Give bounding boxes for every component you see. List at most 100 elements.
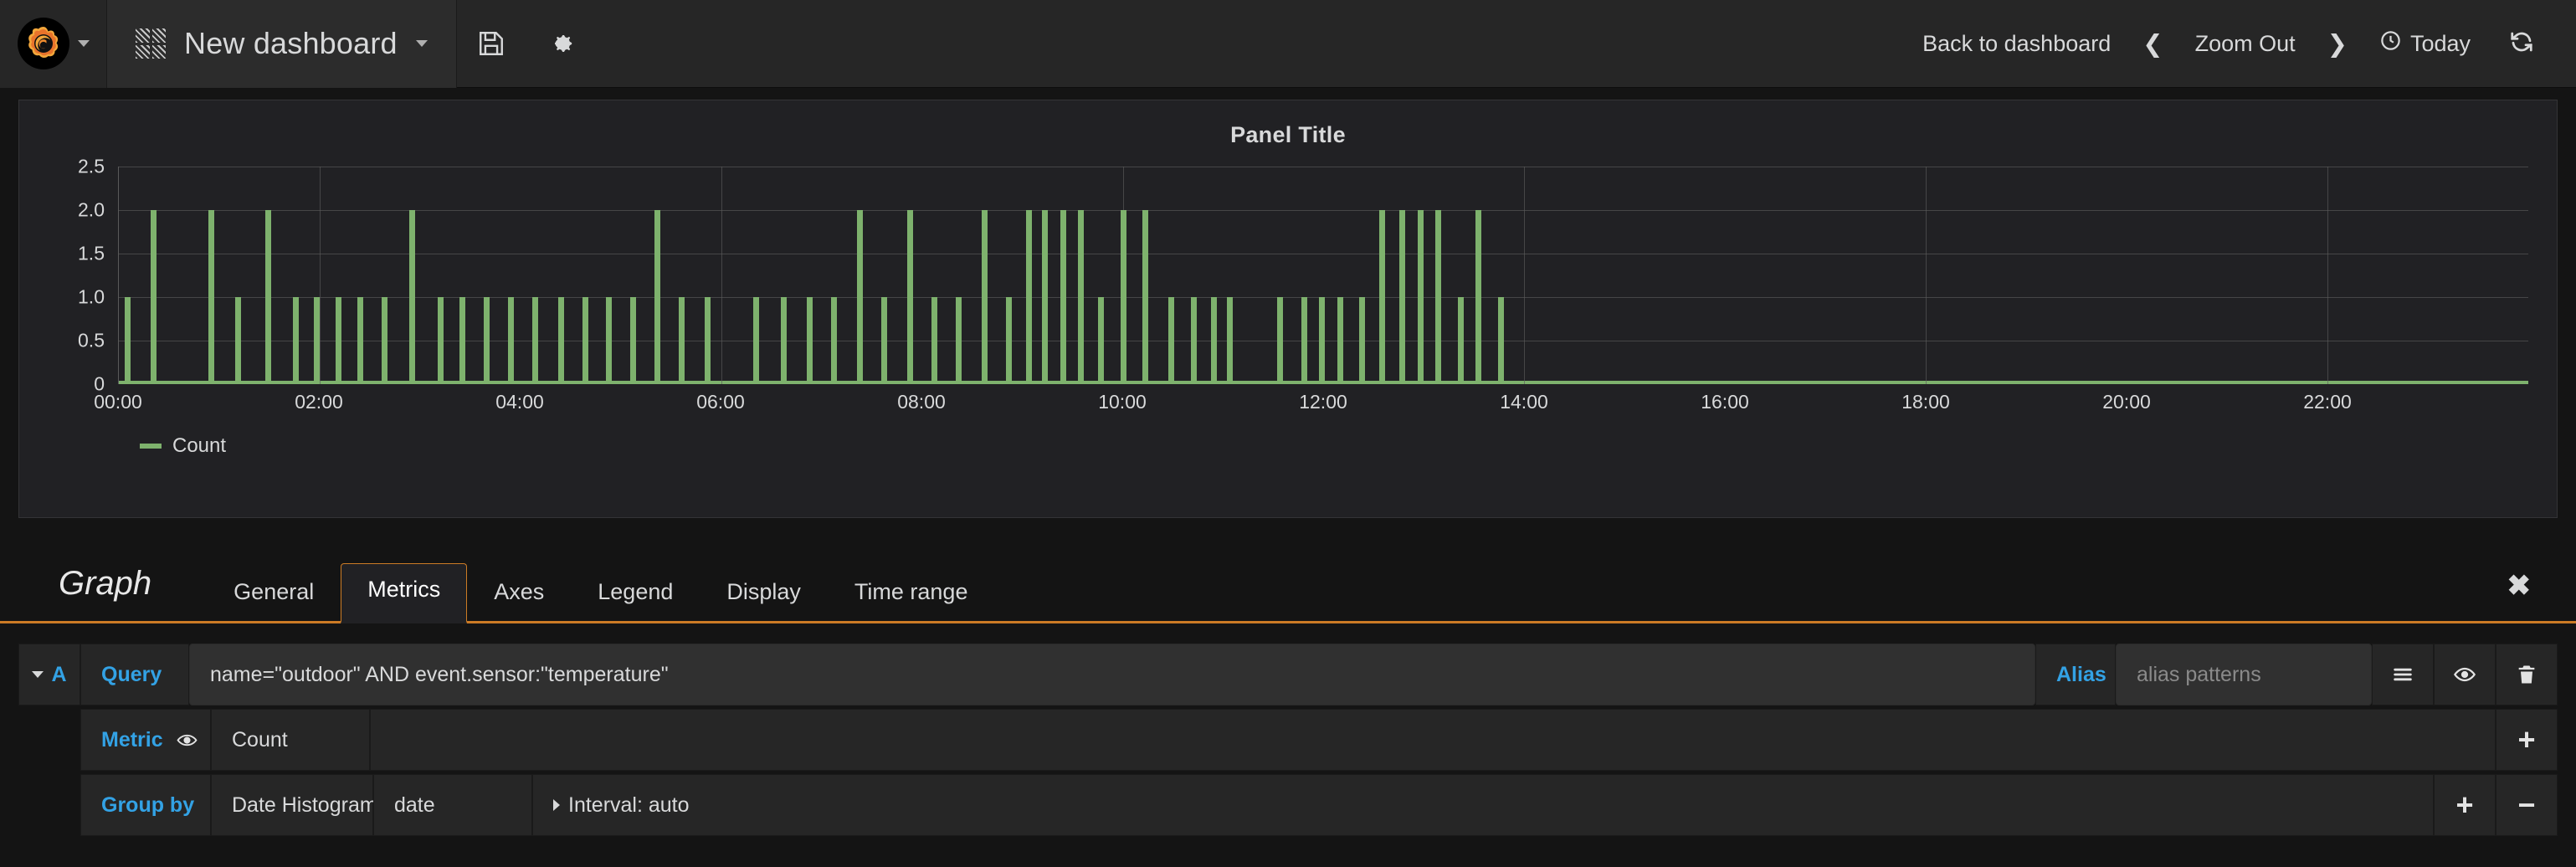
time-shift-forward-icon[interactable]: ❯ [2316,0,2359,88]
alias-input[interactable]: alias patterns [2116,644,2372,705]
series-bar [1359,297,1366,384]
delete-query-button[interactable] [2496,644,2558,705]
panel-title[interactable]: Panel Title [19,100,2557,148]
groupby-field-select[interactable]: date [373,774,532,836]
eye-icon [2453,663,2476,686]
tab-legend[interactable]: Legend [571,566,700,623]
metric-row-filler [370,709,2496,771]
add-metric-button[interactable]: + [2496,709,2558,771]
save-dashboard-button[interactable] [457,0,526,88]
grafana-logo-menu[interactable] [0,0,107,88]
series-bar [1337,297,1343,384]
series-bar [335,297,341,384]
metric-row-gutter [18,709,80,771]
plot-area[interactable] [118,167,2528,384]
series-bar [831,297,838,384]
tab-time-range[interactable]: Time range [828,566,995,623]
series-bar [381,297,387,384]
series-bar [208,210,215,384]
series-bar [124,297,131,384]
series-bar [1301,297,1307,384]
save-floppy-icon [477,29,505,58]
query-ref-toggle[interactable]: A [18,644,80,705]
groupby-row: Group by Date Histogram date Interval: a… [18,774,2558,836]
series-bar [907,210,914,384]
editor-tabbar: Graph General Metrics Axes Legend Displa… [0,543,2576,623]
series-bar [357,297,363,384]
query-input[interactable]: name="outdoor" AND event.sensor:"tempera… [189,644,2035,705]
series-bar [982,210,988,384]
back-to-dashboard-link[interactable]: Back to dashboard [1902,0,2131,88]
refresh-button[interactable] [2487,0,2551,88]
graph-legend[interactable]: Count [140,434,226,458]
series-bar [1078,210,1085,384]
y-axis-labels: 0 0.5 1.0 1.5 2.0 2.5 [41,156,113,395]
toggle-query-visibility-button[interactable] [2434,644,2496,705]
tab-general[interactable]: General [207,566,341,623]
x-axis-tick: 08:00 [897,391,946,413]
series-bar [582,297,588,384]
series-bar [1435,210,1442,384]
metric-label[interactable]: Metric [80,709,211,771]
metric-eye-icon[interactable] [177,732,198,748]
panel-editor: Graph General Metrics Axes Legend Displa… [0,543,2576,836]
tab-metrics[interactable]: Metrics [341,563,468,623]
series-bar [459,297,466,384]
x-axis-labels: 00:00 02:00 04:00 06:00 08:00 10:00 12:00 14:00… [94,391,2528,419]
series-bar [1025,210,1032,384]
series-bar [484,297,490,384]
series-bar [1497,297,1504,384]
legend-series-label[interactable]: Count [172,434,226,458]
series-bar [507,297,514,384]
x-gridline [1524,167,1526,384]
legend-color-swatch [140,444,162,449]
minus-icon: − [2517,787,2536,822]
x-axis-tick: 22:00 [2303,391,2352,413]
zoom-out-button[interactable]: Zoom Out [2175,0,2316,88]
groupby-interval-toggle[interactable]: Interval: auto [532,774,2434,836]
x-axis-tick: 12:00 [1299,391,1347,413]
groupby-label[interactable]: Group by [80,774,211,836]
remove-groupby-button[interactable]: − [2496,774,2558,836]
metrics-tab-content: A Query name="outdoor" AND event.sensor:… [0,623,2576,836]
top-navbar: New dashboard Back to dashboard ❮ Zoom O… [0,0,2576,88]
dashboard-picker[interactable]: New dashboard [107,0,457,88]
add-groupby-button[interactable]: + [2434,774,2496,836]
clock-icon [2379,29,2402,58]
series-bar [1060,210,1066,384]
x-axis-tick: 04:00 [495,391,544,413]
alias-label: Alias [2035,644,2116,705]
series-bar [1226,297,1233,384]
interval-chevron-right-icon [553,799,560,811]
y-axis-tick: 2.0 [78,198,105,221]
close-editor-icon[interactable]: ✖ [2507,569,2576,621]
tab-display[interactable]: Display [700,566,828,623]
series-bar [1276,297,1283,384]
series-bar [1457,297,1464,384]
series-bar [1142,210,1148,384]
editor-panel-type: Graph [59,565,152,602]
time-shift-back-icon[interactable]: ❮ [2131,0,2174,88]
query-row: A Query name="outdoor" AND event.sensor:… [18,644,2558,705]
topnav-right-controls: Back to dashboard ❮ Zoom Out ❯ Today [1902,0,2576,88]
logo-chevron-down-icon[interactable] [77,40,90,47]
dashboard-chevron-down-icon[interactable] [415,40,428,47]
x-gridline [2327,167,2329,384]
series-bar [857,210,864,384]
series-bar [678,297,685,384]
series-bar [293,297,300,384]
y-axis-tick: 1.0 [78,285,105,308]
metric-aggregation-select[interactable]: Count [211,709,370,771]
x-axis-tick: 02:00 [295,391,343,413]
time-range-picker[interactable]: Today [2359,0,2487,88]
dashboard-settings-button[interactable] [526,0,594,88]
series-bar [606,297,613,384]
series-bar [1190,297,1197,384]
tab-axes[interactable]: Axes [467,566,571,623]
query-ref-id: A [51,662,67,686]
series-bar [807,297,813,384]
y-axis-tick: 1.5 [78,242,105,264]
groupby-type-select[interactable]: Date Histogram [211,774,377,836]
query-options-menu-button[interactable] [2372,644,2434,705]
series-bar [654,210,660,384]
